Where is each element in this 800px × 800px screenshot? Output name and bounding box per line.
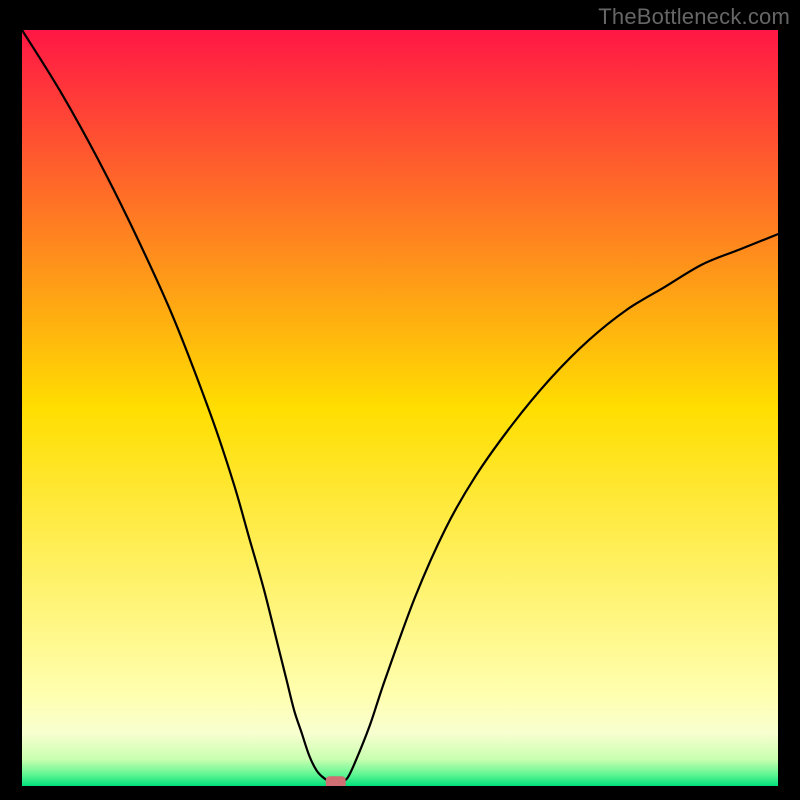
chart-container: TheBottleneck.com xyxy=(0,0,800,800)
chart-svg xyxy=(22,30,778,786)
optimum-marker xyxy=(326,776,346,786)
plot-area xyxy=(22,30,778,786)
gradient-background xyxy=(22,30,778,786)
watermark-text: TheBottleneck.com xyxy=(598,4,790,30)
